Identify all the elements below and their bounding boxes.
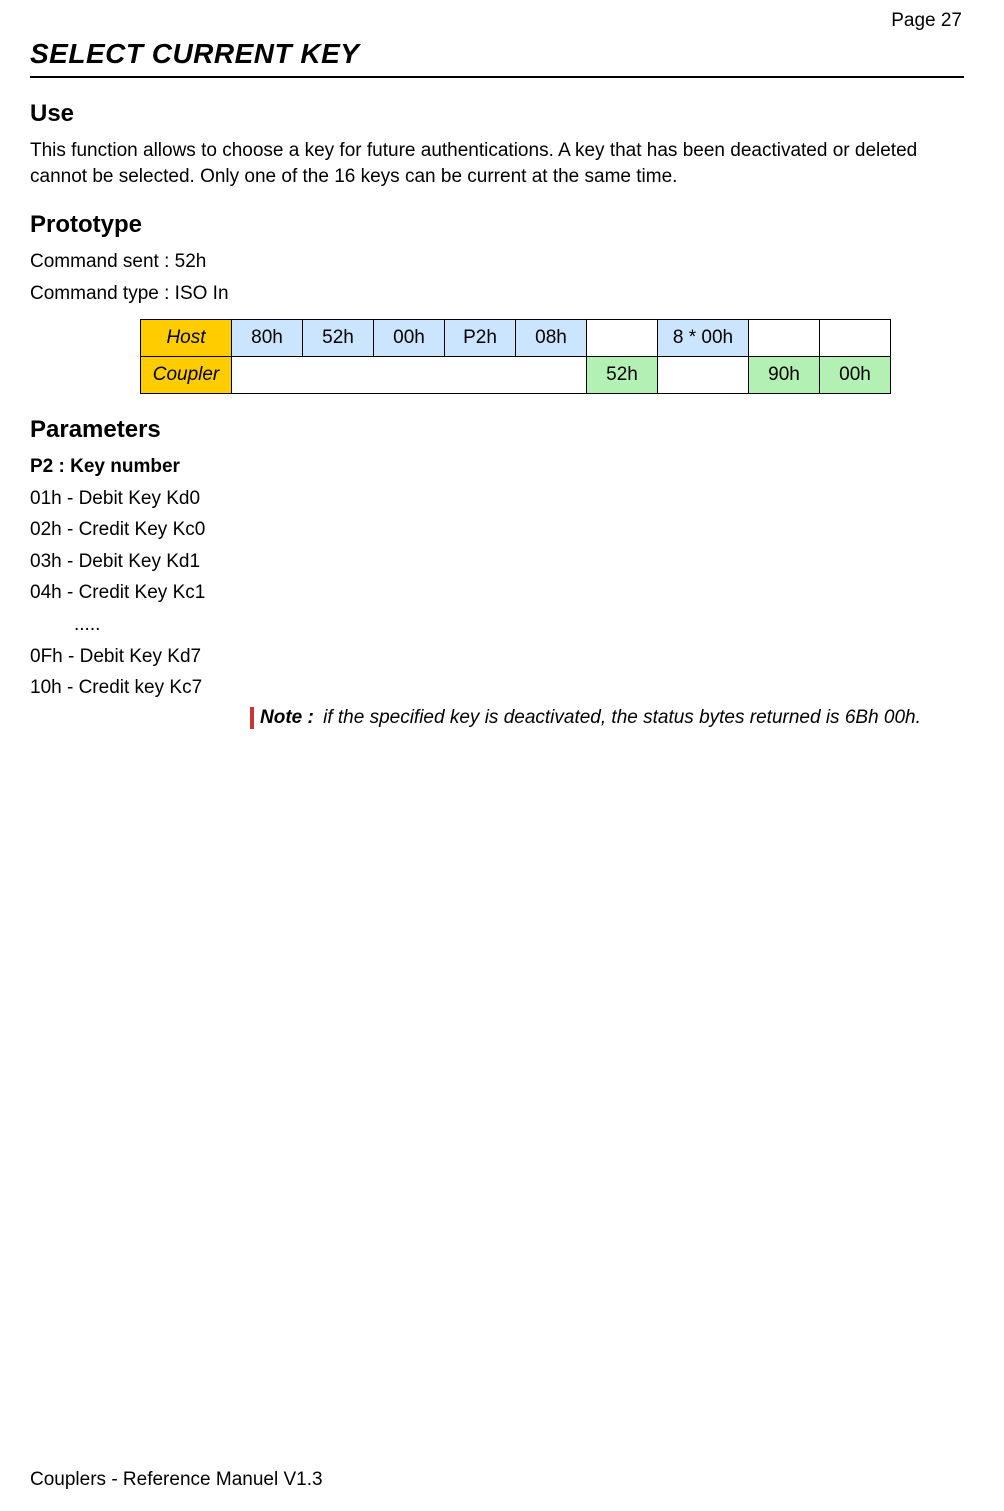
host-row-label: Host bbox=[141, 319, 232, 356]
table-row: Host 80h 52h 00h P2h 08h 8 * 00h bbox=[141, 319, 891, 356]
note-text: Note : if the specified key is deactivat… bbox=[260, 707, 921, 729]
page-title: SELECT CURRENT KEY bbox=[30, 38, 964, 70]
command-type-line: Command type : ISO In bbox=[30, 281, 964, 307]
list-item: 03h - Debit Key Kd1 bbox=[30, 549, 964, 575]
note-bar-icon bbox=[250, 707, 254, 729]
note-body: if the specified key is deactivated, the… bbox=[318, 707, 921, 728]
note-label: Note : bbox=[260, 707, 314, 728]
p2-label: P2 : Key number bbox=[30, 456, 964, 478]
list-item: 10h - Credit key Kc7 bbox=[30, 675, 964, 701]
host-cell: 52h bbox=[303, 319, 374, 356]
host-cell: 8 * 00h bbox=[658, 319, 749, 356]
coupler-cell bbox=[658, 356, 749, 393]
list-item: 04h - Credit Key Kc1 bbox=[30, 580, 964, 606]
host-cell: 08h bbox=[516, 319, 587, 356]
coupler-cell: 90h bbox=[749, 356, 820, 393]
coupler-cell: 00h bbox=[820, 356, 891, 393]
list-item: ..... bbox=[30, 612, 964, 638]
footer-text: Couplers - Reference Manuel V1.3 bbox=[30, 1469, 323, 1491]
use-heading: Use bbox=[30, 100, 964, 128]
coupler-row-label: Coupler bbox=[141, 356, 232, 393]
host-cell: 80h bbox=[232, 319, 303, 356]
host-cell: P2h bbox=[445, 319, 516, 356]
use-text: This function allows to choose a key for… bbox=[30, 138, 964, 189]
title-divider bbox=[30, 76, 964, 78]
command-sent-line: Command sent : 52h bbox=[30, 249, 964, 275]
note-block: Note : if the specified key is deactivat… bbox=[250, 707, 964, 729]
list-item: 02h - Credit Key Kc0 bbox=[30, 517, 964, 543]
host-cell bbox=[820, 319, 891, 356]
table-row: Coupler 52h 90h 00h bbox=[141, 356, 891, 393]
list-item: 01h - Debit Key Kd0 bbox=[30, 486, 964, 512]
prototype-heading: Prototype bbox=[30, 211, 964, 239]
host-cell: 00h bbox=[374, 319, 445, 356]
page: Page 27 SELECT CURRENT KEY Use This func… bbox=[0, 0, 1004, 1511]
parameters-heading: Parameters bbox=[30, 416, 964, 444]
page-number: Page 27 bbox=[30, 10, 964, 32]
list-item: 0Fh - Debit Key Kd7 bbox=[30, 644, 964, 670]
coupler-cell: 52h bbox=[587, 356, 658, 393]
host-cell bbox=[587, 319, 658, 356]
coupler-cell bbox=[232, 356, 587, 393]
host-cell bbox=[749, 319, 820, 356]
prototype-table: Host 80h 52h 00h P2h 08h 8 * 00h Coupler… bbox=[140, 319, 891, 394]
